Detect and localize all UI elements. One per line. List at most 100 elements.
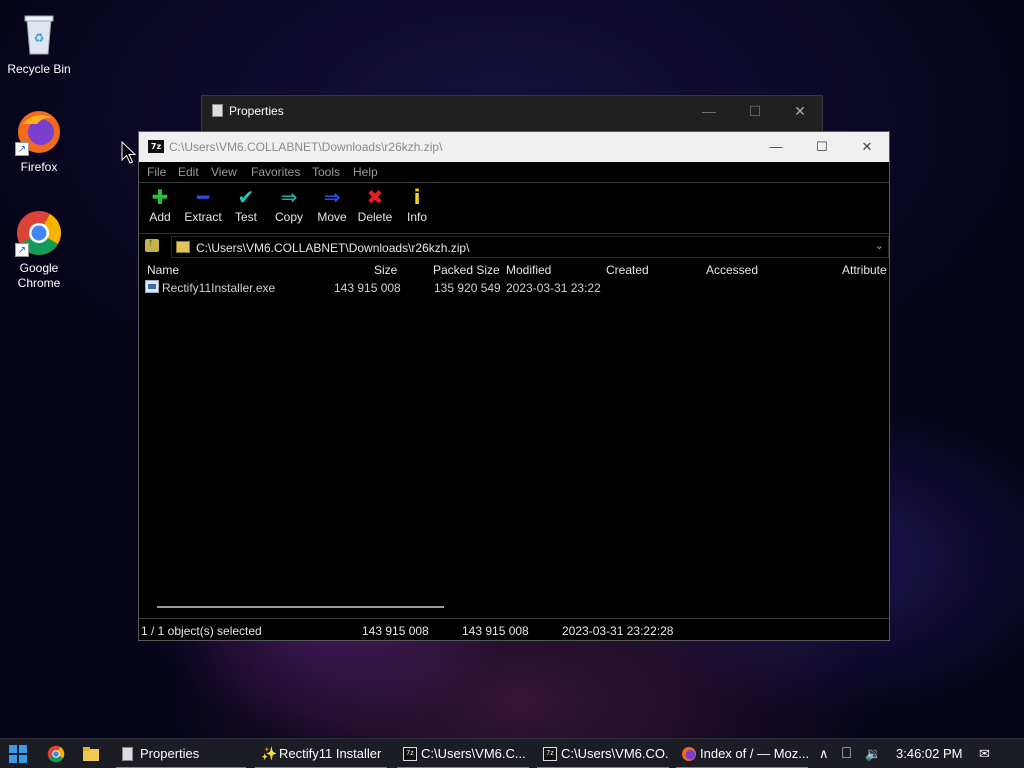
column-header-accessed[interactable]: Accessed (706, 263, 758, 277)
horizontal-scrollbar[interactable] (157, 606, 444, 608)
taskbar-item-firefox[interactable]: Index of / — Moz... (676, 739, 808, 768)
column-header-packed-size[interactable]: Packed Size (433, 263, 500, 277)
tray-overflow-chevron-icon[interactable]: ∧ (819, 739, 829, 768)
taskbar-item-label: C:\Users\VM6.C... (421, 746, 526, 761)
properties-window[interactable]: Properties — ☐ ✕ (201, 95, 823, 135)
taskbar-clock[interactable]: 3:46:02 PM (896, 739, 963, 768)
move-button-label: Move (317, 210, 347, 224)
menu-edit[interactable]: Edit (178, 165, 199, 179)
file-size: 143 915 008 (334, 281, 401, 295)
volume-icon[interactable]: 🔉 (865, 739, 881, 768)
menu-bar: File Edit View Favorites Tools Help (139, 162, 889, 183)
file-list[interactable]: Name Size Packed Size Modified Created A… (139, 260, 889, 617)
table-row[interactable]: Rectify11Installer.exe 143 915 008 135 9… (139, 278, 889, 297)
close-button[interactable]: ✕ (844, 132, 890, 162)
desktop-icon-recycle-bin[interactable]: ♻ Recycle Bin (0, 10, 78, 77)
column-header-created[interactable]: Created (606, 263, 649, 277)
menu-help[interactable]: Help (353, 165, 378, 179)
sevenzip-window[interactable]: 7z C:\Users\VM6.COLLABNET\Downloads\r26k… (138, 131, 890, 641)
status-size: 143 915 008 (362, 624, 429, 638)
status-packed: 143 915 008 (462, 624, 529, 638)
file-packed-size: 135 920 549 (434, 281, 501, 295)
info-button[interactable]: i Info (393, 184, 441, 230)
properties-window-title: Properties (229, 104, 284, 118)
add-button-label: Add (149, 210, 171, 224)
zip-archive-icon (176, 241, 190, 253)
move-button[interactable]: ⇒ Move (308, 184, 356, 230)
minimize-button[interactable]: — (753, 132, 799, 162)
column-header-attributes[interactable]: Attribute (842, 263, 887, 277)
add-button[interactable]: ✚ Add (136, 184, 184, 230)
copy-arrow-icon: ⇒ (280, 185, 298, 209)
menu-view[interactable]: View (211, 165, 237, 179)
shortcut-arrow-icon: ↗ (15, 142, 29, 156)
chevron-down-icon[interactable]: ⌄ (875, 239, 884, 252)
svg-text:♻: ♻ (34, 31, 45, 45)
file-explorer-icon[interactable] (82, 745, 100, 763)
taskbar-item-sevenzip-2[interactable]: 7z C:\Users\VM6.CO... (537, 739, 669, 768)
maximize-button[interactable]: ☐ (799, 132, 845, 162)
test-button-label: Test (234, 210, 257, 224)
info-icon: i (413, 185, 421, 209)
column-header-modified[interactable]: Modified (506, 263, 551, 277)
taskbar-item-label: Properties (140, 746, 200, 761)
sevenzip-icon: 7z (403, 747, 417, 761)
minus-icon: ━ (196, 185, 210, 209)
taskbar: Properties ✨ Rectify11 Installer 7z C:\U… (0, 738, 1024, 768)
recycle-bin-icon: ♻ (15, 10, 63, 58)
file-modified: 2023-03-31 23:22 (506, 281, 601, 295)
column-header-name[interactable]: Name (147, 263, 179, 277)
notification-center-icon[interactable]: ✉ (979, 739, 990, 768)
copy-button-label: Copy (274, 210, 303, 224)
properties-maximize-button[interactable]: ☐ (732, 96, 778, 126)
taskbar-item-properties[interactable]: Properties (116, 739, 246, 768)
delete-button[interactable]: ✖ Delete (351, 184, 399, 230)
folder-up-icon[interactable] (145, 237, 159, 252)
sparkle-icon: ✨ (261, 746, 278, 761)
properties-icon (122, 747, 133, 761)
menu-favorites[interactable]: Favorites (251, 165, 300, 179)
desktop-icon-firefox[interactable]: ↗ Firefox (0, 108, 78, 175)
properties-window-icon (212, 104, 223, 117)
extract-button[interactable]: ━ Extract (179, 184, 227, 230)
address-bar: C:\Users\VM6.COLLABNET\Downloads\r26kzh.… (139, 233, 889, 259)
desktop-icon-label: Google Chrome (17, 261, 61, 290)
copy-button[interactable]: ⇒ Copy (265, 184, 313, 230)
desktop-icon-label: Firefox (20, 160, 58, 174)
start-button-icon[interactable] (9, 745, 27, 763)
delete-x-icon: ✖ (366, 185, 384, 209)
file-name: Rectify11Installer.exe (162, 281, 276, 295)
taskbar-item-sevenzip-1[interactable]: 7z C:\Users\VM6.C... (397, 739, 529, 768)
desktop-icon-label: Recycle Bin (7, 62, 71, 76)
chrome-taskbar-icon[interactable] (47, 745, 65, 763)
extract-button-label: Extract (184, 210, 222, 224)
status-bar: 1 / 1 object(s) selected 143 915 008 143… (139, 618, 889, 640)
column-header-size[interactable]: Size (374, 263, 397, 277)
desktop-icon-google-chrome[interactable]: ↗ Google Chrome (0, 209, 78, 291)
chrome-icon: ↗ (15, 209, 63, 257)
sevenzip-app-icon: 7z (148, 140, 164, 153)
address-field[interactable]: C:\Users\VM6.COLLABNET\Downloads\r26kzh.… (171, 236, 889, 258)
mouse-cursor-icon (121, 141, 137, 164)
exe-file-icon (145, 280, 159, 293)
menu-file[interactable]: File (147, 165, 166, 179)
test-button[interactable]: ✔ Test (222, 184, 270, 230)
menu-tools[interactable]: Tools (312, 165, 340, 179)
taskbar-item-label: Rectify11 Installer (279, 746, 382, 761)
firefox-icon (682, 747, 696, 761)
status-modified: 2023-03-31 23:22:28 (562, 624, 674, 638)
move-arrow-icon: ⇒ (323, 185, 341, 209)
info-button-label: Info (406, 210, 427, 224)
toolbar: ✚ Add ━ Extract ✔ Test ⇒ Copy ⇒ Move ✖ D… (139, 184, 889, 232)
shortcut-arrow-icon: ↗ (15, 243, 29, 257)
firefox-icon: ↗ (15, 108, 63, 156)
taskbar-item-label: Index of / — Moz... (700, 746, 808, 761)
plus-icon: ✚ (151, 185, 169, 209)
sevenzip-icon: 7z (543, 747, 557, 761)
network-icon[interactable]: ⎕ (842, 739, 851, 768)
properties-minimize-button[interactable]: — (686, 96, 732, 126)
window-titlebar[interactable]: 7z C:\Users\VM6.COLLABNET\Downloads\r26k… (139, 132, 889, 162)
properties-close-button[interactable]: ✕ (777, 96, 823, 126)
taskbar-item-rectify11-installer[interactable]: ✨ Rectify11 Installer (255, 739, 387, 768)
window-title: C:\Users\VM6.COLLABNET\Downloads\r26kzh.… (169, 140, 443, 154)
